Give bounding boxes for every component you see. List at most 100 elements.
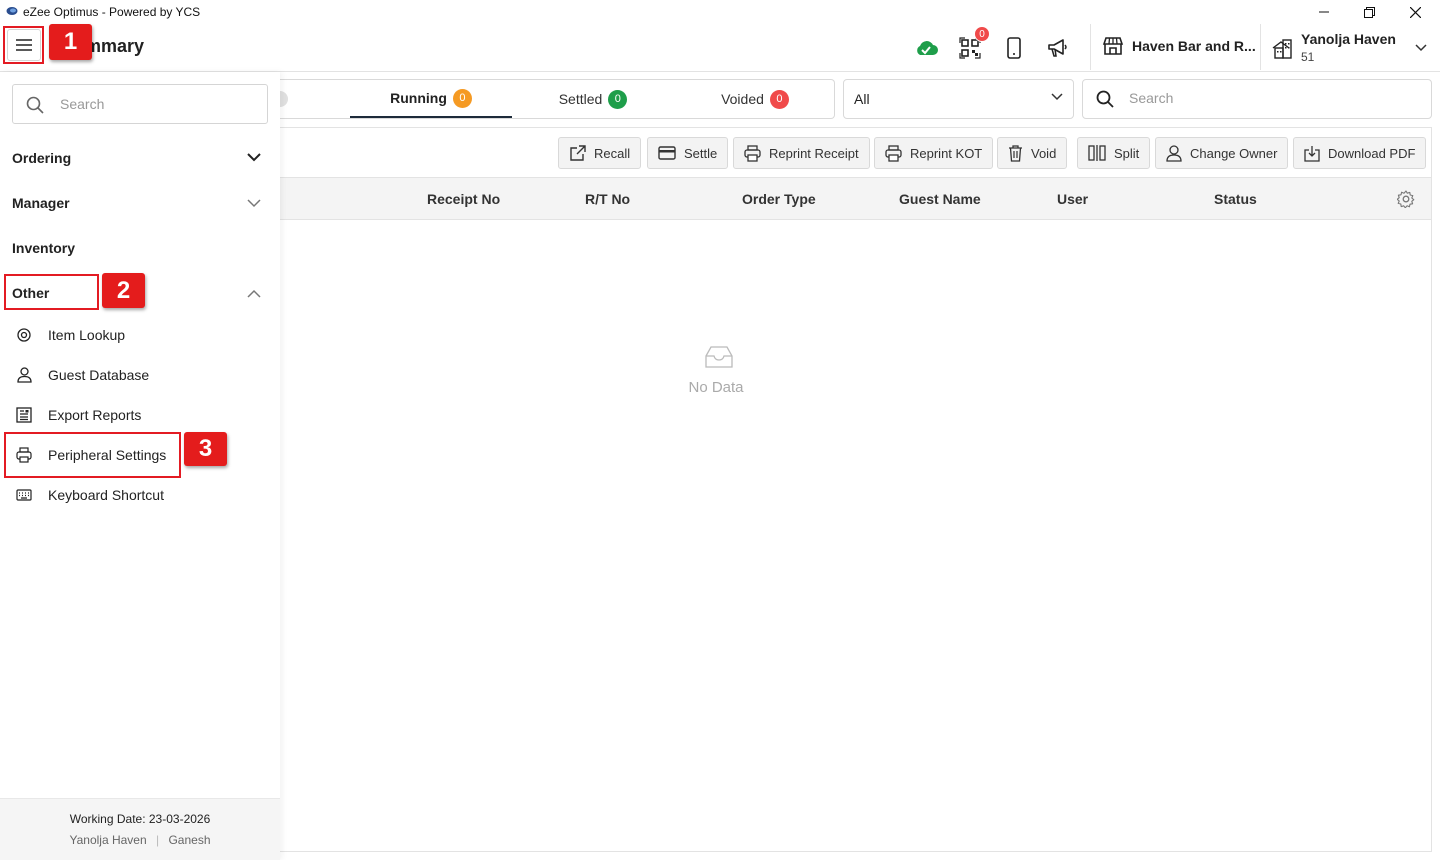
chevron-up-icon	[247, 289, 261, 298]
chevron-down-icon	[1051, 93, 1063, 101]
menu-item-label: Guest Database	[48, 367, 150, 383]
tab-running[interactable]: Running 0	[350, 80, 512, 118]
search-icon	[26, 96, 44, 114]
at-sign-icon	[16, 327, 32, 343]
tab-settled[interactable]: Settled 0	[512, 80, 674, 118]
gear-icon[interactable]	[1397, 190, 1415, 208]
annotation-step-3: 3	[184, 432, 227, 466]
order-search-box	[1082, 79, 1432, 119]
mobile-device-button[interactable]	[1002, 36, 1026, 60]
reprint-kot-button[interactable]: Reprint KOT	[874, 137, 994, 169]
empty-state: No Data	[688, 346, 747, 396]
order-actions-toolbar: Recall Settle Reprint Receipt Reprint KO…	[280, 127, 1432, 177]
footer-property: Yanolja Haven	[69, 833, 147, 847]
megaphone-icon	[1048, 39, 1067, 57]
download-pdf-label: Download PDF	[1328, 145, 1416, 161]
settle-button[interactable]: Settle	[647, 137, 729, 169]
annotation-highlight-other	[4, 274, 99, 310]
tab-voided-label: Voided	[721, 91, 764, 107]
split-button[interactable]: Split	[1077, 137, 1151, 169]
app-logo-icon	[6, 7, 18, 15]
orders-table-header: Receipt No R/T No Order Type Guest Name …	[280, 177, 1432, 220]
void-button[interactable]: Void	[997, 137, 1068, 169]
split-label: Split	[1114, 145, 1140, 161]
column-header[interactable]: R/T No	[585, 191, 630, 207]
reprint-receipt-button[interactable]: Reprint Receipt	[733, 137, 870, 169]
outlet-selector[interactable]: Haven Bar and R...	[1102, 36, 1256, 56]
window-titlebar: eZee Optimus - Powered by YCS	[0, 0, 1440, 24]
reprint-kot-label: Reprint KOT	[910, 145, 983, 161]
footer-user-info: Yanolja Haven | Ganesh	[0, 833, 280, 847]
footer-user: Ganesh	[168, 833, 211, 847]
credit-card-icon	[658, 146, 676, 160]
order-search-input[interactable]	[1129, 90, 1409, 106]
column-header[interactable]: User	[1057, 191, 1088, 207]
header-divider	[1090, 24, 1091, 70]
minimize-button[interactable]	[1301, 0, 1347, 24]
menu-group-label: Inventory	[12, 240, 76, 256]
external-link-icon	[570, 144, 586, 161]
settle-label: Settle	[684, 145, 718, 161]
menu-item-guest-database[interactable]: Guest Database	[16, 367, 149, 383]
chevron-down-icon	[1415, 44, 1427, 52]
menu-item-label: Item Lookup	[48, 327, 126, 343]
menu-item-item-lookup[interactable]: Item Lookup	[16, 327, 125, 343]
voided-count-badge: 0	[769, 89, 789, 109]
reprint-receipt-label: Reprint Receipt	[769, 145, 859, 161]
menu-item-label: Export Reports	[48, 407, 142, 423]
search-icon	[1096, 90, 1114, 108]
tab-voided[interactable]: Voided 0	[674, 80, 836, 118]
app-header: r Summary 0 Haven Bar and R... Yanolja H…	[0, 24, 1440, 72]
order-status-tabs: Running 0 Settled 0 Voided 0	[274, 79, 836, 119]
property-name: Yanolja Haven	[1301, 31, 1396, 47]
column-header[interactable]: Receipt No	[427, 191, 500, 207]
menu-item-keyboard-shortcut[interactable]: Keyboard Shortcut	[16, 487, 164, 503]
order-filter-select[interactable]: All	[843, 79, 1074, 119]
header-divider	[1260, 24, 1261, 70]
menu-item-export-reports[interactable]: Export Reports	[16, 407, 141, 423]
hotel-building-icon	[1272, 39, 1292, 59]
download-pdf-button[interactable]: Download PDF	[1293, 137, 1427, 169]
cloud-sync-button[interactable]	[914, 36, 938, 60]
property-number: 51	[1301, 50, 1315, 64]
column-header[interactable]: Guest Name	[899, 191, 981, 207]
hamburger-inner	[6, 29, 41, 61]
hamburger-menu-button[interactable]	[3, 26, 44, 64]
announcements-button[interactable]	[1046, 36, 1070, 60]
cloud-check-icon	[917, 41, 938, 55]
menu-search-box	[12, 84, 268, 124]
orders-table-body: No Data	[280, 220, 1432, 852]
printer-icon	[744, 144, 761, 162]
restore-icon	[1363, 6, 1375, 18]
menu-search-input[interactable]	[60, 96, 250, 112]
chevron-down-icon	[247, 199, 261, 208]
change-owner-button[interactable]: Change Owner	[1155, 137, 1289, 169]
report-icon	[16, 407, 32, 423]
footer-separator: |	[156, 833, 160, 847]
trash-icon	[1009, 144, 1022, 162]
tab-settled-label: Settled	[558, 91, 603, 107]
printer-icon	[885, 144, 902, 162]
notification-badge: 0	[974, 26, 990, 42]
menu-icon	[15, 39, 32, 51]
restore-button[interactable]	[1346, 0, 1392, 24]
drawer-footer: Working Date: 23-03-2026 Yanolja Haven |…	[0, 798, 280, 860]
column-header[interactable]: Status	[1214, 191, 1257, 207]
recall-button[interactable]: Recall	[558, 137, 642, 169]
close-window-button[interactable]	[1392, 0, 1438, 24]
tablet-icon	[1007, 37, 1021, 59]
menu-group-label: Manager	[12, 195, 70, 211]
split-columns-icon	[1088, 145, 1106, 161]
running-count-badge: 0	[452, 88, 472, 108]
outlet-name: Haven Bar and R...	[1132, 38, 1256, 54]
column-header[interactable]: Order Type	[742, 191, 816, 207]
annotation-step-1: 1	[49, 24, 92, 60]
chevron-down-icon	[247, 153, 261, 162]
order-filter-value: All	[854, 91, 870, 107]
download-icon	[1304, 145, 1320, 162]
qr-orders-button[interactable]: 0	[958, 26, 990, 60]
main-content: Running 0 Settled 0 Voided 0 All Recall …	[274, 72, 1440, 860]
working-date: Working Date: 23-03-2026	[69, 812, 211, 826]
minimize-icon	[1319, 11, 1329, 13]
tab-running-label: Running	[390, 90, 447, 106]
